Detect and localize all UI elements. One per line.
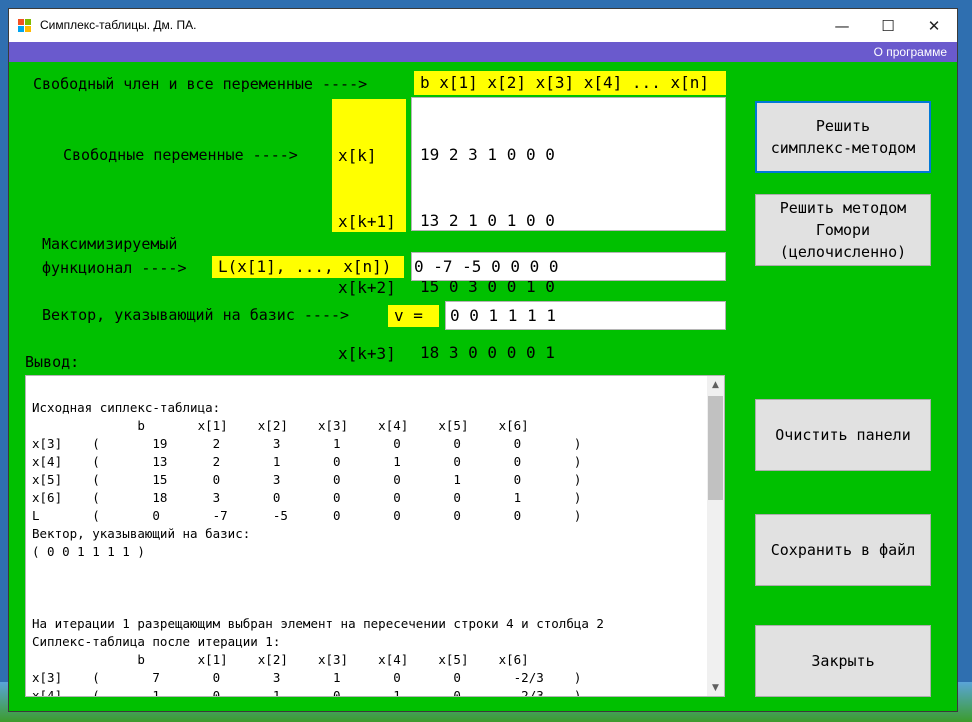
- output-line: ( 0 0 1 1 1 1 ): [32, 544, 145, 559]
- maximize-label-line1: Максимизируемый: [42, 235, 178, 253]
- output-line: b x[1] x[2] x[3] x[4] x[5] x[6]: [32, 652, 529, 667]
- output-line: Исходная сиплекс-таблица:: [32, 400, 221, 415]
- functional-input[interactable]: 0 -7 -5 0 0 0 0: [411, 252, 726, 281]
- output-textbox[interactable]: Исходная сиплекс-таблица: b x[1] x[2] x[…: [25, 375, 725, 697]
- output-line: x[4] ( 13 2 1 0 1 0 0 ): [32, 454, 582, 469]
- close-window-button[interactable]: ✕: [911, 9, 957, 42]
- basis-input[interactable]: 0 0 1 1 1 1: [445, 301, 726, 330]
- output-line: x[3] ( 19 2 3 1 0 0 0 ): [32, 436, 582, 451]
- save-to-file-button[interactable]: Сохранить в файл: [755, 514, 931, 586]
- close-button[interactable]: Закрыть: [755, 625, 931, 697]
- title-bar: Симплекс-таблицы. Дм. ПА. — ☐ ✕: [9, 9, 957, 42]
- matrix-row: 19 2 3 1 0 0 0: [420, 145, 555, 164]
- output-line: Сиплекс-таблица после итерации 1:: [32, 634, 281, 649]
- free-variables-label: Свободные переменные ---->: [63, 146, 298, 164]
- output-line: L ( 0 -7 -5 0 0 0 0 ): [32, 508, 582, 523]
- constraints-matrix-input[interactable]: 19 2 3 1 0 0 0 13 2 1 0 1 0 0 15 0 3 0 0…: [411, 97, 726, 362]
- solve-gomory-button[interactable]: Решить методом Гомори (целочисленно): [755, 194, 931, 266]
- output-scrollbar[interactable]: ▲ ▼: [707, 376, 724, 696]
- matrix-row: 18 3 0 0 0 0 1: [420, 343, 555, 362]
- maximize-button[interactable]: ☐: [865, 9, 911, 42]
- clear-panels-button[interactable]: Очистить панели: [755, 399, 931, 471]
- app-icon: [18, 19, 32, 32]
- solve-simplex-button[interactable]: Решить симплекс-методом: [755, 101, 931, 173]
- menu-item-about[interactable]: О программе: [874, 45, 947, 59]
- output-line: Вектор, указывающий на базис:: [32, 526, 251, 541]
- window-title: Симплекс-таблицы. Дм. ПА.: [40, 18, 197, 32]
- app-window: Симплекс-таблицы. Дм. ПА. — ☐ ✕ О програ…: [8, 8, 958, 712]
- basis-vector-label: Вектор, указывающий на базис ---->: [42, 306, 350, 324]
- output-line: b x[1] x[2] x[3] x[4] x[5] x[6]: [32, 418, 529, 433]
- matrix-row: 13 2 1 0 1 0 0: [420, 211, 555, 230]
- menu-bar: О программе: [9, 42, 957, 62]
- scroll-up-icon[interactable]: ▲: [707, 376, 724, 393]
- output-line: x[3] ( 7 0 3 1 0 0 -2/3 ): [32, 670, 582, 685]
- variables-header: b x[1] x[2] x[3] x[4] ... x[n]: [414, 71, 726, 95]
- var-label: x[k+3]: [338, 344, 396, 363]
- variable-labels: x[k] x[k+1] x[k+2] x[k+3] ... ...: [332, 99, 406, 495]
- var-label: x[k]: [338, 146, 377, 165]
- functional-label: L(x[1], ..., x[n]): [212, 256, 404, 278]
- output-line: x[5] ( 15 0 3 0 0 1 0 ): [32, 472, 582, 487]
- maximize-label-line2: функционал ---->: [42, 259, 187, 277]
- scroll-thumb[interactable]: [708, 396, 723, 500]
- scroll-down-icon[interactable]: ▼: [707, 679, 724, 696]
- free-term-label: Свободный член и все переменные ---->: [33, 75, 368, 93]
- basis-label: v =: [388, 305, 439, 327]
- output-label: Вывод:: [25, 353, 80, 371]
- output-line: x[6] ( 18 3 0 0 0 0 1 ): [32, 490, 582, 505]
- output-text: Исходная сиплекс-таблица: b x[1] x[2] x[…: [32, 381, 702, 697]
- var-label: x[k+2]: [338, 278, 396, 297]
- minimize-button[interactable]: —: [819, 9, 865, 42]
- var-label: x[k+1]: [338, 212, 396, 231]
- output-line: x[4] ( 1 0 1 0 1 0 -2/3 ): [32, 688, 582, 697]
- output-line: На итерации 1 разрещающим выбран элемент…: [32, 616, 604, 631]
